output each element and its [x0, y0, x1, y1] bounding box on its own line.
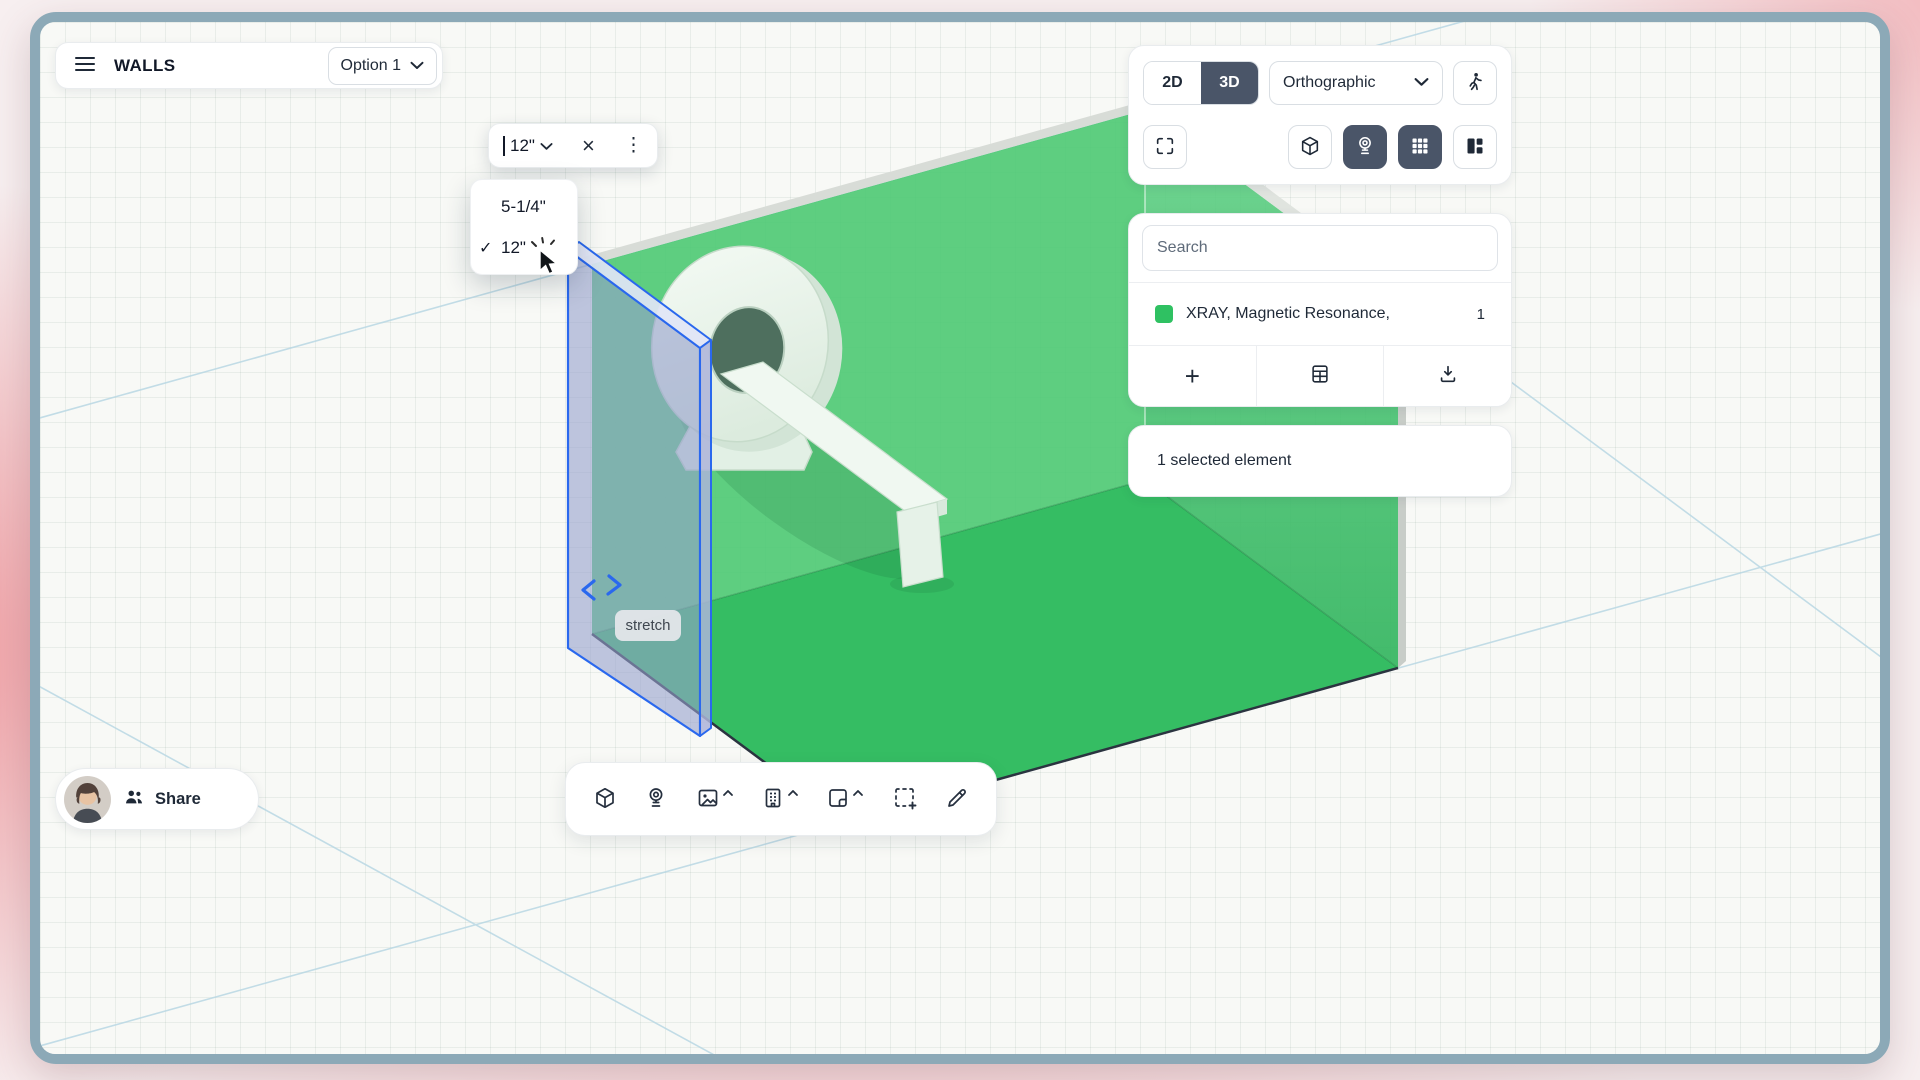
chevron-down-icon [1414, 74, 1429, 92]
fullscreen-button[interactable] [1143, 125, 1187, 169]
selection-status-text: 1 selected element [1157, 452, 1291, 470]
walking-person-icon [1464, 71, 1486, 96]
equipment-view-button[interactable] [1343, 125, 1387, 169]
share-button[interactable]: Share [111, 786, 213, 813]
sheet-icon [826, 786, 850, 813]
panel-actions: + [1129, 346, 1511, 406]
projection-label: Orthographic [1283, 74, 1376, 92]
chevron-up-icon [787, 785, 799, 800]
fullscreen-icon [1154, 135, 1176, 160]
image-tool-button[interactable] [696, 786, 734, 813]
draw-tool-button[interactable] [945, 786, 969, 813]
color-swatch-icon [1155, 305, 1173, 323]
image-icon [696, 786, 720, 813]
menu-item-5-quarter[interactable]: 5-1/4" [471, 186, 577, 227]
equipment-tool-button[interactable] [644, 786, 668, 813]
grid-view-button[interactable] [1398, 125, 1442, 169]
avatar[interactable] [64, 776, 111, 823]
text-cursor [503, 136, 505, 156]
kebab-menu-button[interactable]: ⋮ [624, 136, 643, 155]
mri-pedestal [897, 502, 943, 587]
busy-ticks-icon [532, 238, 554, 246]
volume-tool-button[interactable] [593, 786, 617, 813]
people-icon [123, 786, 145, 813]
thickness-dropdown[interactable]: 12" [503, 136, 553, 156]
chevron-up-icon [852, 785, 864, 800]
canvas-3d-viewport[interactable]: stretch WALLS Option 1 2D 3D [40, 22, 1880, 1054]
pencil-icon [945, 786, 969, 813]
pointer-arrow-icon [540, 250, 557, 274]
building-tool-button[interactable] [761, 786, 799, 813]
building-icon [761, 786, 785, 813]
selection-status-card: 1 selected element [1128, 425, 1512, 497]
sheet-tool-button[interactable] [826, 786, 864, 813]
check-icon: ✓ [479, 238, 501, 258]
chevron-down-icon [410, 57, 424, 75]
hamburger-icon [75, 56, 95, 75]
elements-panel: XRAY, Magnetic Resonance, 1 + [1128, 213, 1512, 407]
tab-2d[interactable]: 2D [1144, 62, 1201, 104]
view-controls-row-1: 2D 3D Orthographic [1143, 61, 1497, 105]
chevron-up-icon [722, 785, 734, 800]
grid-icon [1410, 136, 1430, 159]
page-title: WALLS [114, 56, 176, 76]
option-dropdown[interactable]: Option 1 [328, 47, 437, 85]
table-view-button[interactable] [1257, 346, 1384, 406]
select-region-icon [892, 785, 918, 814]
option-label: Option 1 [341, 57, 401, 75]
download-icon [1437, 361, 1459, 392]
cube-icon [1299, 135, 1321, 160]
close-button[interactable]: × [582, 135, 595, 157]
bottom-toolbar [565, 762, 997, 836]
download-button[interactable] [1384, 346, 1511, 406]
avatar-photo [64, 776, 111, 823]
add-element-button[interactable]: + [1129, 346, 1256, 406]
walkthrough-button[interactable] [1453, 61, 1497, 105]
equipment-icon [1354, 135, 1376, 160]
app-window-frame: stretch WALLS Option 1 2D 3D [30, 12, 1890, 1064]
display-mode-group [1288, 125, 1497, 169]
search-input[interactable] [1142, 225, 1498, 271]
search-wrap [1129, 214, 1511, 282]
menu-item-label: 5-1/4" [501, 197, 546, 217]
wall-toolbar: 12" × ⋮ [488, 123, 658, 168]
tab-3d[interactable]: 3D [1201, 62, 1258, 104]
menu-item-label: 12" [501, 238, 526, 258]
element-count: 1 [1477, 306, 1485, 323]
stretch-tooltip-label: stretch [625, 617, 670, 634]
list-item-xray[interactable]: XRAY, Magnetic Resonance, 1 [1129, 283, 1511, 345]
walls-header: WALLS Option 1 [55, 42, 443, 89]
view-controls: 2D 3D Orthographic [1128, 45, 1512, 185]
layout-view-button[interactable] [1453, 125, 1497, 169]
cube-icon [593, 786, 617, 813]
spreadsheet-icon [1309, 361, 1331, 392]
select-region-button[interactable] [892, 785, 918, 814]
share-label: Share [155, 790, 201, 809]
thickness-value: 12" [510, 136, 535, 156]
main-menu-button[interactable] [68, 49, 102, 83]
share-control: Share [55, 768, 259, 830]
list-item-label: XRAY, Magnetic Resonance, [1186, 305, 1390, 323]
selected-wall-end[interactable] [700, 340, 711, 736]
mouse-cursor [526, 236, 572, 284]
projection-dropdown[interactable]: Orthographic [1269, 61, 1443, 105]
scene-3d[interactable] [40, 22, 1880, 1054]
layout-icon [1465, 136, 1485, 159]
box-view-button[interactable] [1288, 125, 1332, 169]
dimension-toggle: 2D 3D [1143, 61, 1259, 105]
chevron-down-icon [540, 136, 553, 156]
stretch-tooltip: stretch [615, 610, 681, 641]
equipment-icon [644, 786, 668, 813]
view-controls-row-2 [1143, 125, 1497, 169]
